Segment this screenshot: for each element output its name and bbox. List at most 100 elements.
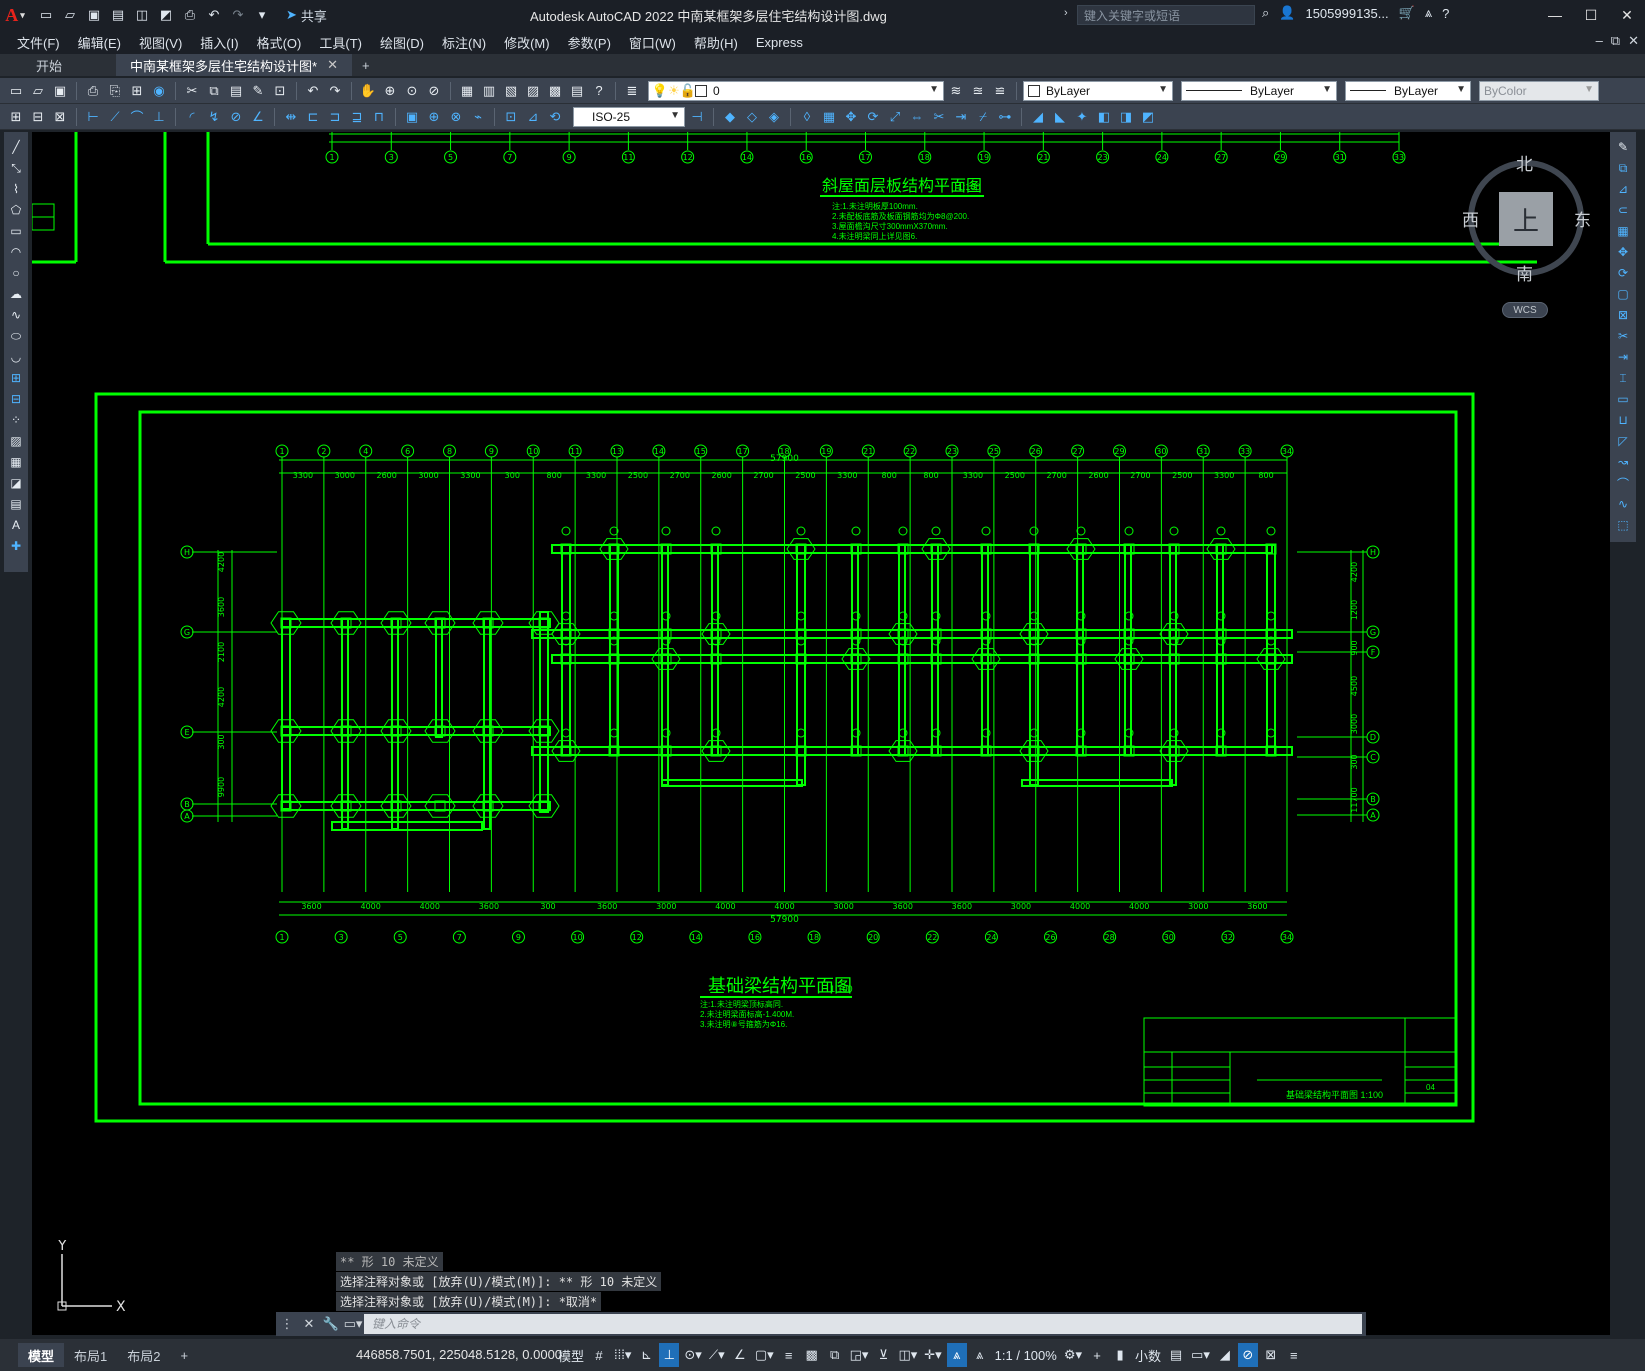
layer-previous-icon[interactable]: ≊ <box>968 81 988 101</box>
erase-icon[interactable]: ✎ <box>1613 138 1633 156</box>
rotate-icon[interactable]: ⟳ <box>863 107 883 127</box>
qnew-icon[interactable]: ▭ <box>6 81 26 101</box>
undo-icon[interactable]: ↶ <box>303 81 323 101</box>
circle-icon[interactable]: ○ <box>6 264 26 282</box>
compass-south[interactable]: 南 <box>1516 260 1533 285</box>
scale-icon[interactable]: ⤢ <box>885 107 905 127</box>
cart-icon[interactable]: 🛒 <box>1399 5 1415 21</box>
copy-icon[interactable]: ⧉ <box>1613 159 1633 177</box>
rectangle-icon[interactable]: ▭ <box>6 222 26 240</box>
linetype-dropdown[interactable]: ByLayer ▼ <box>1181 80 1337 101</box>
paste-icon[interactable]: ▤ <box>226 81 246 101</box>
extend-icon[interactable]: ⇥ <box>951 107 971 127</box>
polar-tracking-icon[interactable]: ⊙▾ <box>682 1343 703 1367</box>
insert-block-icon[interactable]: ⊞ <box>6 107 26 127</box>
tab-model[interactable]: 模型 <box>18 1343 65 1367</box>
drawing-canvas[interactable]: 1 3 5 7 9 11 12 14 16 17 18 19 21 23 24 27 29 31 33 1 2 4 6 8 9 1… <box>32 132 1610 1335</box>
hardware-acceleration-icon[interactable]: ⊘ <box>1237 1343 1258 1367</box>
fillet-icon[interactable]: ◣ <box>1050 107 1070 127</box>
make-current-layer-icon[interactable]: ≋ <box>946 81 966 101</box>
command-input[interactable]: 键入命令 <box>364 1314 1362 1334</box>
save-icon[interactable]: ▣ <box>84 5 104 25</box>
dim-style-icon[interactable]: ⊣ <box>687 107 707 127</box>
infer-constraints-icon[interactable]: ⊾ <box>636 1343 656 1367</box>
layer-states-icon[interactable]: ≌ <box>990 81 1010 101</box>
clean-screen-icon[interactable]: ⊠ <box>1261 1343 1281 1367</box>
autocad-logo-button[interactable]: A ▾ <box>0 0 30 30</box>
move-icon[interactable]: ✥ <box>841 107 861 127</box>
polygon-icon[interactable]: ⬠ <box>6 201 26 219</box>
stretch-icon[interactable]: ⊠ <box>1613 306 1633 324</box>
make-block-icon[interactable]: ⊟ <box>6 390 26 408</box>
line-icon[interactable]: ╱ <box>6 138 26 156</box>
arc-icon[interactable]: ◠ <box>6 243 26 261</box>
open-icon[interactable]: ▱ <box>28 81 48 101</box>
compass-north[interactable]: 北 <box>1516 150 1533 175</box>
zoom-previous-icon[interactable]: ⊘ <box>424 81 444 101</box>
lineweight-icon[interactable]: ≡ <box>779 1343 799 1367</box>
publish-icon[interactable]: ⊞ <box>127 81 147 101</box>
erase-icon[interactable]: ◆ <box>720 107 740 127</box>
cut-icon[interactable]: ✂ <box>182 81 202 101</box>
snap-icon[interactable]: ⁞⁞⁞▾ <box>612 1343 633 1367</box>
explode-icon[interactable]: ∿ <box>1613 495 1633 513</box>
markup-icon[interactable]: ▩ <box>545 81 565 101</box>
blend-curves-icon[interactable]: ⌒ <box>1613 474 1633 492</box>
minimize-button[interactable]: — <box>1537 0 1573 30</box>
3d-box-icon[interactable]: ⬚ <box>1613 516 1633 534</box>
xref-manager-icon[interactable]: ⊠ <box>50 107 70 127</box>
dim-break-icon[interactable]: ⊓ <box>369 107 389 127</box>
ellipse-arc-icon[interactable]: ◡ <box>6 348 26 366</box>
join-icon[interactable]: ⊶ <box>995 107 1015 127</box>
doc-minimize-button[interactable]: – <box>1596 33 1603 49</box>
layer-dropdown[interactable]: 💡 ☀ 🔓 0 ▼ <box>648 80 944 101</box>
array-icon[interactable]: ▦ <box>819 107 839 127</box>
annotation-scale-button[interactable]: 1:1 / 100% <box>993 1343 1059 1367</box>
scale-icon[interactable]: ▢ <box>1613 285 1633 303</box>
save-icon[interactable]: ▣ <box>50 81 70 101</box>
break-at-point-icon[interactable]: ⌶ <box>1613 369 1633 387</box>
dimstyle-dropdown[interactable]: ISO-25 ▼ <box>573 106 685 127</box>
linear-dim-icon[interactable]: ⊢ <box>83 107 103 127</box>
tool-palettes-icon[interactable]: ▧ <box>501 81 521 101</box>
match-properties-icon[interactable]: ✎ <box>248 81 268 101</box>
layer-properties-icon[interactable]: ≣ <box>622 81 642 101</box>
menu-insert[interactable]: 插入(I) <box>191 33 247 52</box>
tab-drawing-file[interactable]: 中南某框架多层住宅结构设计图* ✕ <box>116 54 352 76</box>
menu-draw[interactable]: 绘图(D) <box>371 33 433 52</box>
draworder-icon[interactable]: ◧ <box>1094 107 1114 127</box>
web-mobile-icon[interactable]: ◫ <box>132 5 152 25</box>
dynamic-ucs-icon[interactable]: ⊻ <box>873 1343 893 1367</box>
menu-help[interactable]: 帮助(H) <box>685 33 747 52</box>
add-layout-button[interactable]: + <box>170 1343 198 1367</box>
menu-edit[interactable]: 编辑(E) <box>69 33 130 52</box>
radius-dim-icon[interactable]: ◜ <box>182 107 202 127</box>
auto-scale-icon[interactable]: ⩓ <box>970 1343 990 1367</box>
tolerance-icon[interactable]: ▣ <box>402 107 422 127</box>
search-input[interactable]: 键入关键字或短语 <box>1077 5 1255 25</box>
revision-cloud-icon[interactable]: ☁ <box>6 285 26 303</box>
customize-qat-icon[interactable]: ▾ <box>252 5 272 25</box>
block-editor-icon[interactable]: ⊡ <box>270 81 290 101</box>
copy-object-icon[interactable]: ◇ <box>742 107 762 127</box>
copy-icon[interactable]: ⧉ <box>204 81 224 101</box>
hatch-edit-icon[interactable]: ◩ <box>1138 107 1158 127</box>
array-icon[interactable]: ▦ <box>1613 222 1633 240</box>
gradient-icon[interactable]: ▦ <box>6 453 26 471</box>
offset-icon[interactable]: ⊂ <box>1613 201 1633 219</box>
annotation-monitor-icon[interactable]: + <box>1087 1343 1107 1367</box>
plotstyle-dropdown[interactable]: ByColor ▼ <box>1479 80 1599 101</box>
quickcalc-icon[interactable]: ▤ <box>567 81 587 101</box>
plot-preview-icon[interactable]: ⎘ <box>105 81 125 101</box>
mirror-icon[interactable]: ◈ <box>764 107 784 127</box>
customization-icon[interactable]: ≡ <box>1284 1343 1304 1367</box>
mtext-icon[interactable]: A <box>6 516 26 534</box>
close-button[interactable]: ✕ <box>1609 0 1645 30</box>
point-icon[interactable]: ⁘ <box>6 411 26 429</box>
open-icon[interactable]: ▱ <box>60 5 80 25</box>
sheet-set-icon[interactable]: ▨ <box>523 81 543 101</box>
break-icon[interactable]: ⌿ <box>973 107 993 127</box>
mirror-icon[interactable]: ⊿ <box>1613 180 1633 198</box>
save-as-icon[interactable]: ▤ <box>108 5 128 25</box>
zoom-window-icon[interactable]: ⊙ <box>402 81 422 101</box>
